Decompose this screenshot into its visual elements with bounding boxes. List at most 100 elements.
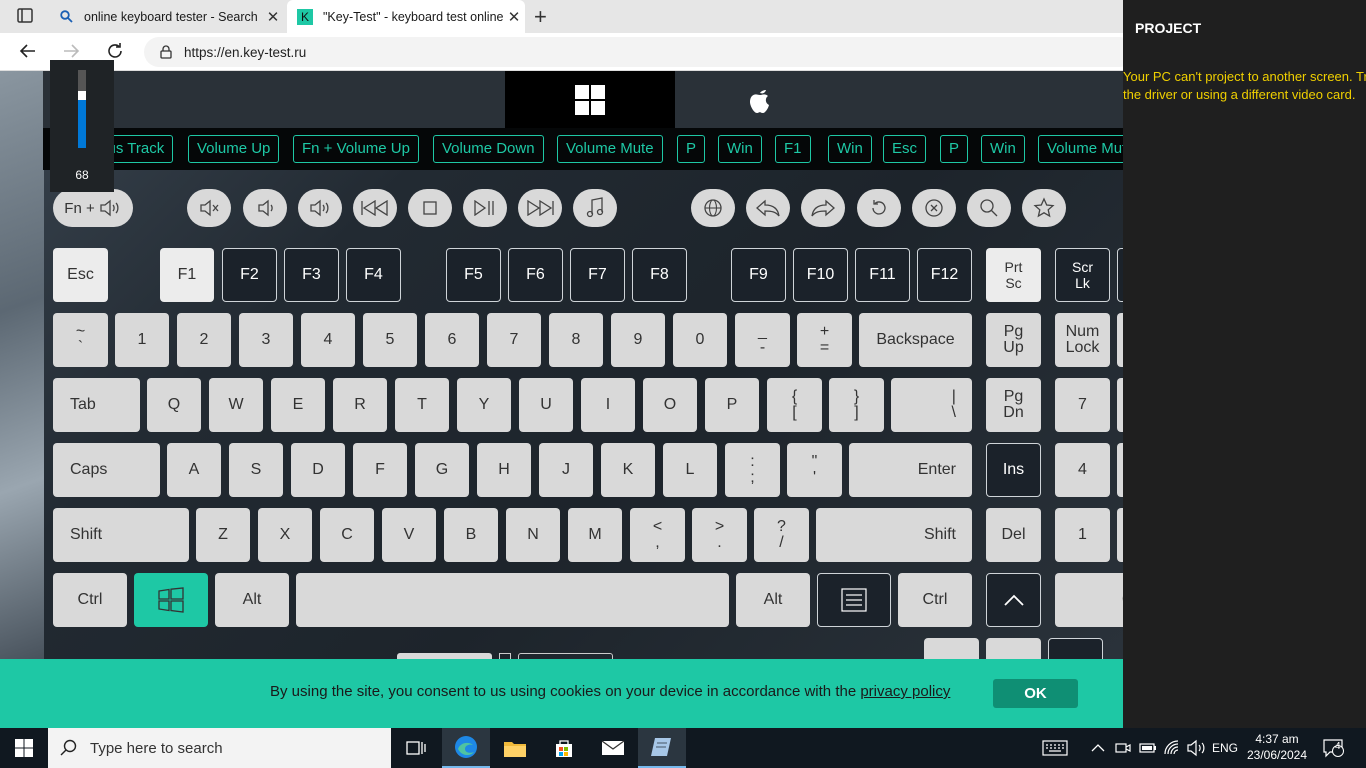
key-3[interactable]: 3 [239,313,293,367]
key-u[interactable]: U [519,378,573,432]
media-player-key[interactable] [573,189,617,227]
key-arrow-down[interactable] [986,638,1041,659]
key-minus[interactable]: _ - [735,313,790,367]
task-view-button[interactable] [392,728,440,768]
key-num-7[interactable]: 7 [1055,378,1110,432]
key-backspace[interactable]: Backspace [859,313,972,367]
key-2[interactable]: 2 [177,313,231,367]
key-g[interactable]: G [415,443,469,497]
key-enter[interactable]: Enter [849,443,972,497]
volume-down-key[interactable] [243,189,287,227]
key-equals[interactable]: + = [797,313,852,367]
volume-thumb[interactable] [78,91,86,100]
key-4[interactable]: 4 [301,313,355,367]
key-f10[interactable]: F10 [793,248,848,302]
key-f1[interactable]: F1 [160,248,214,302]
stop-key[interactable] [408,189,452,227]
key-l[interactable]: L [663,443,717,497]
browser-home-key[interactable] [691,189,735,227]
browser-forward-key[interactable] [801,189,845,227]
taskbar-edge[interactable] [442,728,490,768]
key-d[interactable]: D [291,443,345,497]
cookie-ok-button[interactable]: OK [993,679,1078,708]
key-z[interactable]: Z [196,508,250,562]
tab-actions-icon[interactable] [12,6,38,26]
taskbar-mail[interactable] [589,728,637,768]
key-f5[interactable]: F5 [446,248,501,302]
chevron-up-icon[interactable] [1091,728,1105,768]
key-menu[interactable] [817,573,891,627]
key-left-ctrl[interactable]: Ctrl [53,573,127,627]
browser-tab-keytest[interactable]: K "Key-Test" - keyboard test online ✕ [287,0,525,33]
key-num-4[interactable]: 4 [1055,443,1110,497]
key-f7[interactable]: F7 [570,248,625,302]
play-pause-key[interactable] [463,189,507,227]
key-scroll-lock[interactable]: Scr Lk [1055,248,1110,302]
wifi-icon[interactable] [1163,728,1181,768]
previous-track-key[interactable] [353,189,397,227]
key-page-up[interactable]: Pg Up [986,313,1041,367]
key-space[interactable] [296,573,729,627]
key-x[interactable]: X [258,508,312,562]
key-period[interactable]: >. [692,508,747,562]
key-f9[interactable]: F9 [731,248,786,302]
key-o[interactable]: O [643,378,697,432]
key-0[interactable]: 0 [673,313,727,367]
key-page-down[interactable]: Pg Dn [986,378,1041,432]
key-arrow-left[interactable] [924,638,979,659]
key-backslash[interactable]: | \ [891,378,972,432]
key-f12[interactable]: F12 [917,248,972,302]
key-7[interactable]: 7 [487,313,541,367]
mute-key[interactable] [187,189,231,227]
key-left-shift[interactable]: Shift [53,508,189,562]
key-tilde[interactable]: ~ ` [53,313,108,367]
key-f8[interactable]: F8 [632,248,687,302]
key-semicolon[interactable]: :; [725,443,780,497]
key-1[interactable]: 1 [115,313,169,367]
browser-favorites-key[interactable] [1022,189,1066,227]
start-button[interactable] [0,728,48,768]
key-y[interactable]: Y [457,378,511,432]
key-c[interactable]: C [320,508,374,562]
key-n[interactable]: N [506,508,560,562]
key-5[interactable]: 5 [363,313,417,367]
key-print-screen[interactable]: Prt Sc [986,248,1041,302]
key-f[interactable]: F [353,443,407,497]
key-6[interactable]: 6 [425,313,479,367]
back-arrow-icon[interactable] [17,41,39,63]
meet-now-icon[interactable] [1114,728,1132,768]
key-f3[interactable]: F3 [284,248,339,302]
next-track-key[interactable] [518,189,562,227]
key-w[interactable]: W [209,378,263,432]
taskbar-notepad-app[interactable] [638,728,686,768]
key-8[interactable]: 8 [549,313,603,367]
key-h[interactable]: H [477,443,531,497]
privacy-policy-link[interactable]: privacy policy [860,683,950,700]
action-center-button[interactable]: 4 [1322,728,1344,768]
taskbar-store[interactable] [540,728,588,768]
key-j[interactable]: J [539,443,593,497]
browser-back-key[interactable] [746,189,790,227]
key-tab[interactable]: Tab [53,378,140,432]
input-language[interactable]: ENG [1212,728,1238,768]
key-q[interactable]: Q [147,378,201,432]
key-insert[interactable]: Ins [986,443,1041,497]
speaker-icon[interactable] [1186,728,1206,768]
key-k[interactable]: K [601,443,655,497]
key-i[interactable]: I [581,378,635,432]
key-num-0[interactable]: 0 [1055,573,1123,627]
key-left-alt[interactable]: Alt [215,573,289,627]
volume-up-key[interactable] [298,189,342,227]
key-arrow-right[interactable] [1048,638,1103,659]
key-v[interactable]: V [382,508,436,562]
key-right-alt[interactable]: Alt [736,573,810,627]
key-left-bracket[interactable]: {[ [767,378,822,432]
battery-icon[interactable] [1139,728,1157,768]
key-num-1[interactable]: 1 [1055,508,1110,562]
taskbar-search-box[interactable]: Type here to search [48,728,391,768]
key-right-ctrl[interactable]: Ctrl [898,573,972,627]
key-num-lock[interactable]: Num Lock [1055,313,1110,367]
key-s[interactable]: S [229,443,283,497]
key-e[interactable]: E [271,378,325,432]
windows-os-tab[interactable] [505,71,675,128]
